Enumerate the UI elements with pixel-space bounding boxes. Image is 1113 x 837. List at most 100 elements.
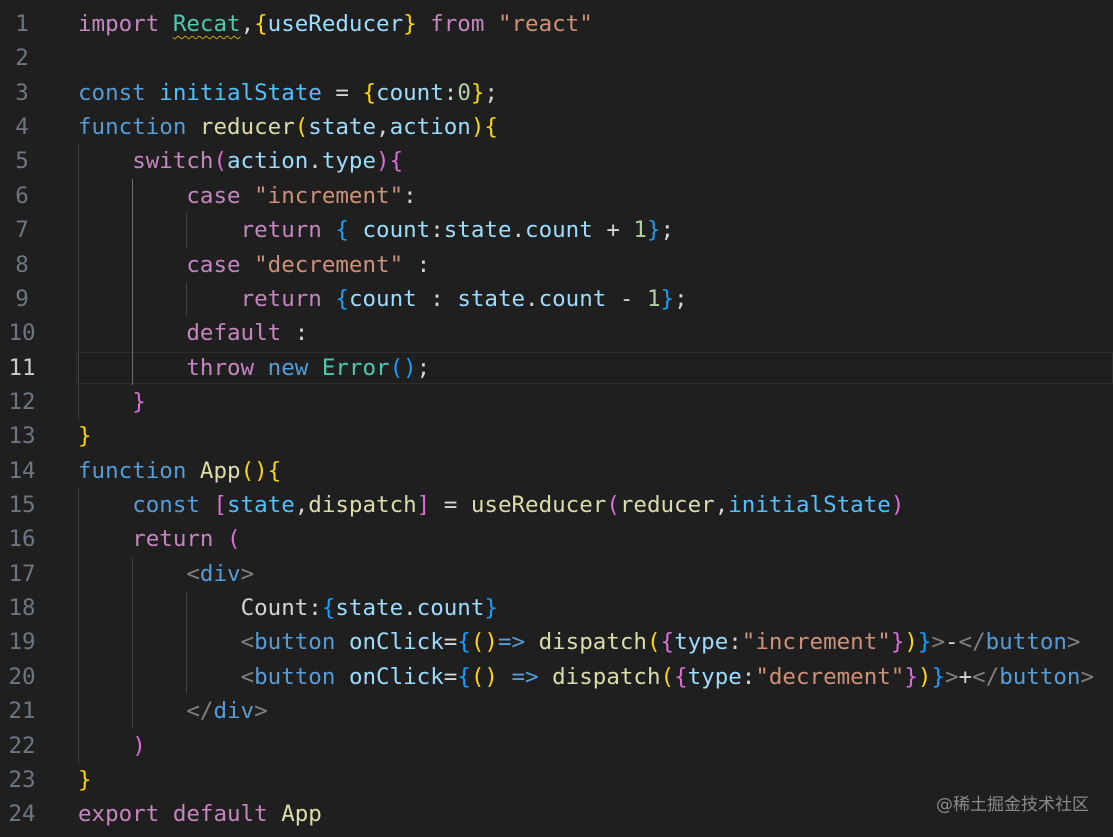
code-text[interactable]: return ( (78, 522, 241, 556)
code-token: . (525, 285, 539, 312)
code-line[interactable]: 11 throw new Error(); (0, 351, 1113, 385)
code-token: Recat (172, 11, 241, 37)
code-token: state (335, 595, 404, 622)
code-text[interactable]: ) (78, 729, 146, 763)
code-token: { (267, 457, 282, 484)
code-token: throw (186, 354, 255, 381)
code-token: = (443, 663, 458, 690)
code-text[interactable]: const [state,dispatch] = useReducer(redu… (78, 488, 904, 522)
code-token: < (240, 629, 255, 656)
code-token: const (132, 492, 200, 519)
code-token: [ (213, 492, 228, 519)
code-token: useReducer (470, 492, 607, 519)
code-token: dispatch (538, 629, 647, 656)
code-token: + (958, 663, 973, 690)
code-token: , (240, 11, 255, 37)
line-number: 7 (15, 217, 29, 244)
code-token: { (362, 79, 377, 106)
code-line[interactable]: 21 </div> (0, 694, 1113, 728)
code-token: state (443, 217, 512, 244)
code-token: => (511, 663, 539, 690)
code-token: 1 (633, 217, 647, 244)
code-line[interactable]: 18 Count:{state.count} (0, 591, 1113, 625)
line-number: 19 (8, 629, 36, 656)
code-text[interactable]: return {count : state.count - 1}; (78, 282, 688, 316)
code-text[interactable]: </div> (78, 694, 267, 728)
code-token: ] (416, 492, 431, 519)
code-line[interactable]: 8 case "decrement" : (0, 248, 1113, 282)
code-token: > (240, 560, 255, 587)
code-line[interactable]: 10 default : (0, 316, 1113, 350)
code-token: ( (227, 526, 241, 553)
code-token: - (606, 285, 647, 312)
code-token: switch (132, 148, 214, 175)
code-text[interactable]: <button onClick={() => dispatch({type:"d… (78, 660, 1094, 694)
code-text[interactable]: } (78, 419, 92, 453)
code-line[interactable]: 22 ) (0, 729, 1113, 763)
code-token: } (660, 285, 675, 312)
code-token: : (403, 251, 431, 278)
code-text[interactable]: function reducer(state,action){ (78, 110, 498, 144)
code-line[interactable]: 20 <button onClick={() => dispatch({type… (0, 660, 1113, 694)
code-token: 1 (646, 285, 661, 312)
code-line[interactable]: 7 return { count:state.count + 1}; (0, 213, 1113, 247)
code-token: ( (660, 663, 675, 690)
code-line[interactable]: 9 return {count : state.count - 1}; (0, 282, 1113, 316)
code-line[interactable]: 17 <div> (0, 557, 1113, 591)
code-text[interactable]: } (78, 763, 92, 797)
line-number: 14 (8, 457, 36, 484)
code-token: function (78, 114, 187, 141)
code-line[interactable]: 15 const [state,dispatch] = useReducer(r… (0, 488, 1113, 522)
code-text[interactable]: export default App (78, 797, 322, 831)
code-text[interactable]: <button onClick={()=> dispatch({type:"in… (78, 625, 1081, 659)
code-token: : (728, 629, 742, 656)
code-text[interactable]: } (78, 385, 146, 419)
code-text[interactable]: function App(){ (78, 454, 281, 488)
code-text[interactable]: return { count:state.count + 1}; (78, 213, 675, 247)
code-token: dispatch (308, 492, 417, 519)
code-token: dispatch (552, 663, 661, 690)
code-line[interactable]: 6 case "increment": (0, 179, 1113, 213)
code-text[interactable]: switch(action.type){ (78, 144, 403, 178)
code-token: case (186, 251, 241, 278)
code-token: reducer (199, 114, 295, 141)
code-token: - (945, 629, 959, 656)
code-text[interactable]: throw new Error(); (78, 351, 430, 385)
code-line[interactable]: 3 const initialState = {count:0}; (0, 76, 1113, 110)
code-text[interactable]: case "decrement" : (78, 248, 430, 282)
code-token: { (674, 663, 688, 690)
code-token: return (240, 285, 322, 312)
code-token: . (403, 595, 417, 622)
code-text[interactable]: Count:{state.count} (78, 591, 498, 625)
code-text[interactable]: case "increment": (78, 179, 416, 213)
code-token: return (240, 217, 322, 244)
code-token: </ (186, 698, 214, 725)
code-line[interactable]: 16 return ( (0, 522, 1113, 556)
code-text[interactable]: import Recat,{useReducer} from "react" (78, 7, 593, 41)
code-line[interactable]: 1 import Recat,{useReducer} from "react" (0, 7, 1113, 41)
code-text[interactable]: const initialState = {count:0}; (78, 76, 498, 110)
code-text[interactable]: default : (78, 316, 308, 350)
code-token: Count: (240, 595, 322, 622)
code-line[interactable]: 5 switch(action.type){ (0, 144, 1113, 178)
code-token: ) (403, 354, 417, 381)
code-line[interactable]: 4 function reducer(state,action){ (0, 110, 1113, 144)
code-text[interactable]: <div> (78, 557, 254, 591)
code-token: () (470, 629, 498, 656)
code-token: "increment" (741, 629, 891, 656)
code-line[interactable]: 19 <button onClick={()=> dispatch({type:… (0, 625, 1113, 659)
code-token: useReducer (267, 11, 404, 37)
code-editor[interactable]: 1 import Recat,{useReducer} from "react" 2… (0, 0, 1113, 837)
code-token: state (308, 114, 377, 141)
code-line[interactable]: 2 (0, 41, 1113, 75)
code-token: action (227, 148, 309, 175)
code-line[interactable]: 14 function App(){ (0, 454, 1113, 488)
code-line[interactable]: 12 } (0, 385, 1113, 419)
code-token: type (674, 629, 729, 656)
code-token: , (376, 114, 390, 141)
line-number: 20 (8, 663, 36, 690)
code-line[interactable]: 13} (0, 419, 1113, 453)
